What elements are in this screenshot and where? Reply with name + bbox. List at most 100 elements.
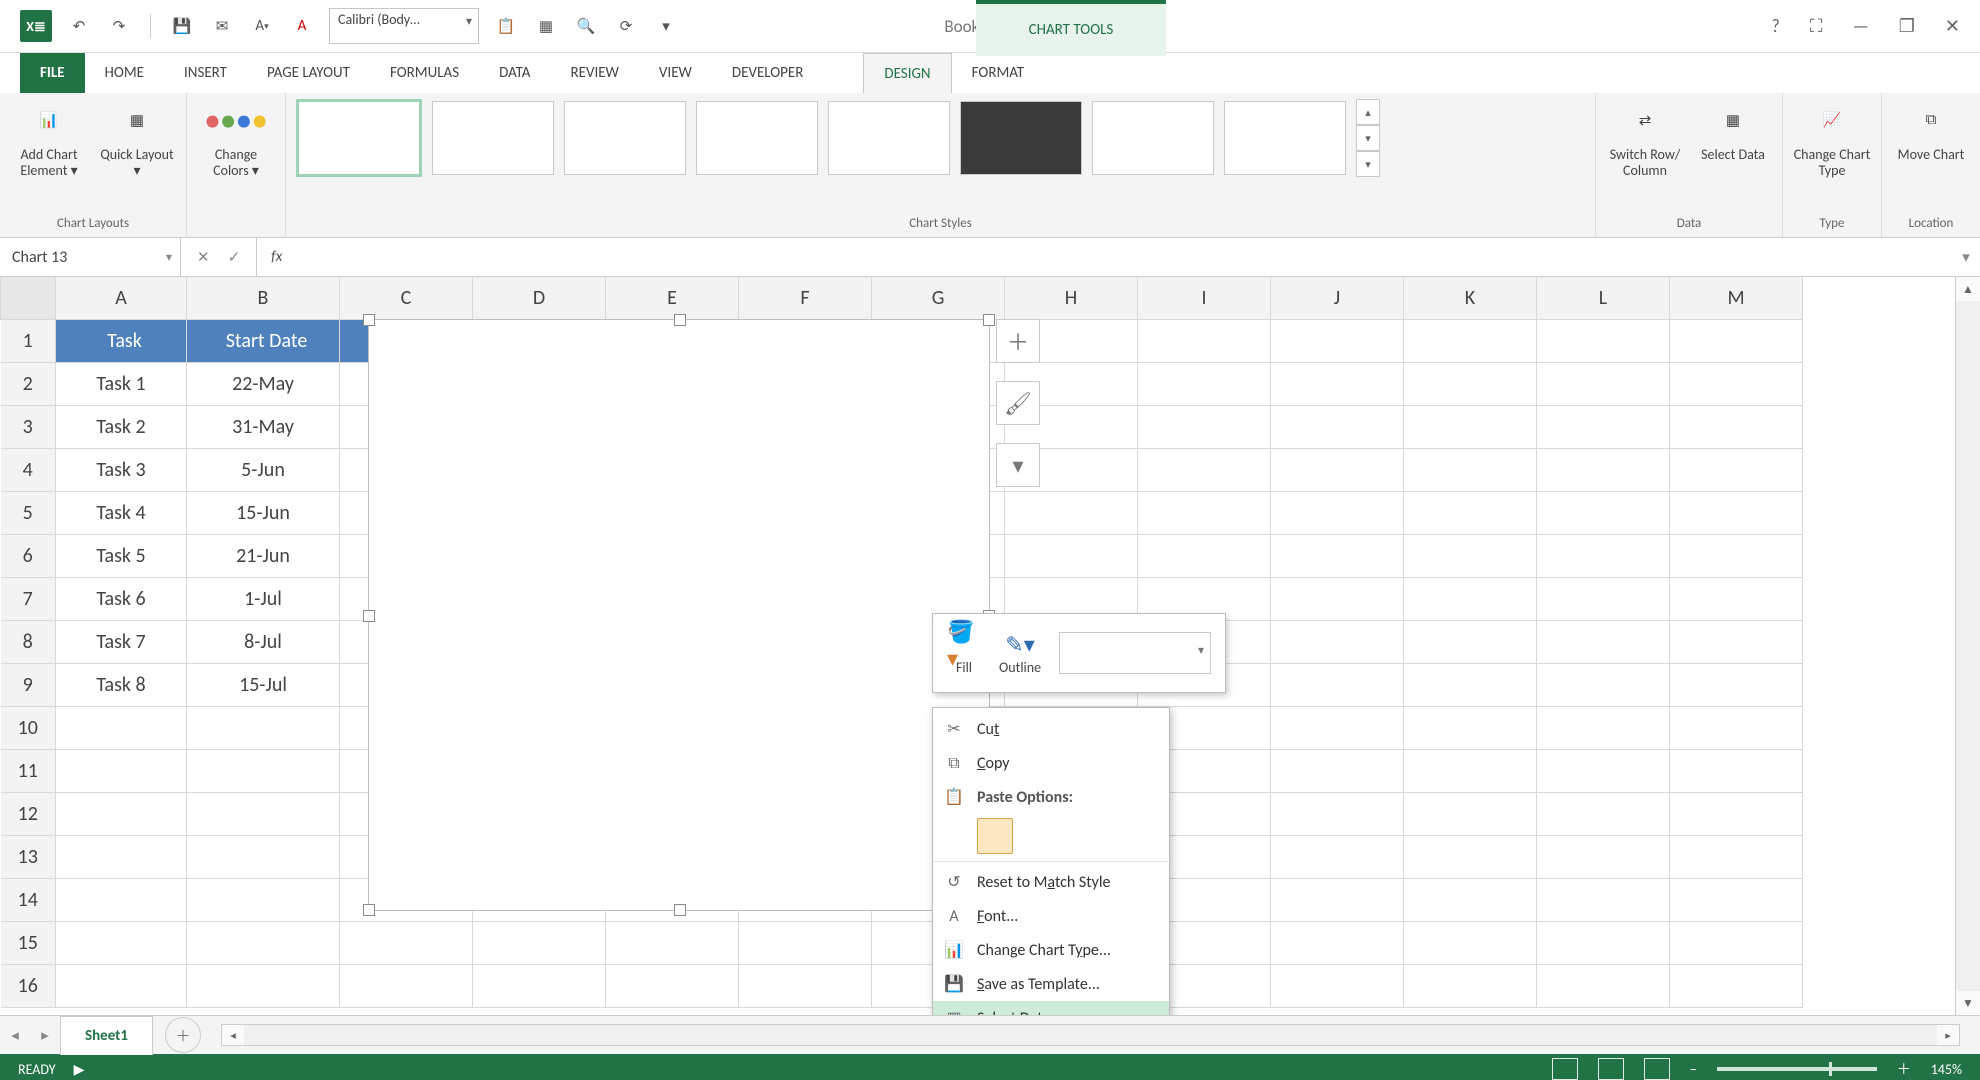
tab-formulas[interactable]: FORMULAS (370, 53, 479, 93)
sheet-nav-prev[interactable]: ◂ (0, 1026, 30, 1045)
cell[interactable] (340, 965, 473, 1008)
switch-row-column-button[interactable]: ⇄ Switch Row/ Column (1606, 99, 1684, 179)
cell[interactable]: Task 6 (56, 578, 187, 621)
select-all-cell[interactable] (1, 277, 56, 320)
cell[interactable]: Task 1 (56, 363, 187, 406)
ctx-save-template[interactable]: 💾Save as Template... (933, 967, 1169, 1001)
cell[interactable]: 22-May (187, 363, 340, 406)
view-page-break-button[interactable] (1644, 1058, 1670, 1080)
col-header-K[interactable]: K (1404, 277, 1537, 320)
cell[interactable] (1670, 363, 1803, 406)
row-header[interactable]: 13 (1, 836, 56, 879)
tab-developer[interactable]: DEVELOPER (712, 53, 824, 93)
row-header[interactable]: 2 (1, 363, 56, 406)
cell[interactable] (56, 793, 187, 836)
font-color-button[interactable]: A (289, 13, 315, 39)
cell[interactable] (1138, 406, 1271, 449)
redo-button[interactable]: ↷ (106, 13, 132, 39)
cell[interactable]: Task 7 (56, 621, 187, 664)
vertical-scrollbar[interactable]: ▲▼ (1955, 277, 1980, 1015)
zoom-out-button[interactable]: − (1690, 1061, 1697, 1078)
cell[interactable] (1404, 449, 1537, 492)
cell[interactable] (1271, 406, 1404, 449)
select-data-button[interactable]: ▦ Select Data (1694, 99, 1772, 163)
cell[interactable] (56, 879, 187, 922)
cell[interactable] (1670, 879, 1803, 922)
cell[interactable] (1271, 578, 1404, 621)
sheet-nav-next[interactable]: ▸ (30, 1026, 60, 1045)
cell[interactable] (1537, 449, 1670, 492)
row-header[interactable]: 14 (1, 879, 56, 922)
cell[interactable] (1271, 535, 1404, 578)
row-header[interactable]: 1 (1, 320, 56, 363)
add-chart-element-button[interactable]: 📊 Add Chart Element ▾ (10, 99, 88, 179)
cancel-formula-button[interactable]: ✕ (197, 248, 210, 267)
tab-view[interactable]: VIEW (639, 53, 712, 93)
cell[interactable] (1138, 492, 1271, 535)
new-sheet-button[interactable]: ＋ (165, 1017, 201, 1053)
tab-design[interactable]: DESIGN (863, 53, 951, 93)
paste-button[interactable]: 📋 (493, 13, 519, 39)
cell[interactable] (1670, 664, 1803, 707)
cell[interactable] (187, 922, 340, 965)
cell[interactable] (1404, 750, 1537, 793)
font-family-combo[interactable]: Calibri (Body… (329, 8, 479, 44)
change-colors-button[interactable]: ●●●● Change Colors ▾ (197, 99, 275, 179)
cell[interactable]: 21-Jun (187, 535, 340, 578)
cell[interactable] (473, 922, 606, 965)
macro-record-icon[interactable]: ▶ (74, 1061, 85, 1078)
cell[interactable] (1404, 320, 1537, 363)
email-button[interactable]: ✉ (209, 13, 235, 39)
help-button[interactable]: ? (1772, 15, 1780, 37)
zoom-slider[interactable] (1717, 1067, 1877, 1071)
insert-table-button[interactable]: ▦ (533, 13, 559, 39)
ctx-reset-match-style[interactable]: ↺Reset to Match Style (933, 865, 1169, 899)
undo-button[interactable]: ↶ (66, 13, 92, 39)
cell[interactable]: 15-Jul (187, 664, 340, 707)
view-page-layout-button[interactable] (1598, 1058, 1624, 1080)
cell[interactable] (1670, 406, 1803, 449)
cell[interactable] (1271, 320, 1404, 363)
cell[interactable] (1537, 492, 1670, 535)
cell[interactable] (1404, 363, 1537, 406)
cell[interactable] (739, 922, 872, 965)
cell[interactable] (187, 836, 340, 879)
mini-outline-button[interactable]: ✎▾ Outline (999, 631, 1041, 676)
row-header[interactable]: 8 (1, 621, 56, 664)
chart-elements-button[interactable]: ＋ (996, 319, 1040, 363)
cell[interactable] (1404, 492, 1537, 535)
cell[interactable] (1670, 492, 1803, 535)
cell[interactable] (1670, 965, 1803, 1008)
cell[interactable] (56, 707, 187, 750)
minimize-window-button[interactable]: — (1852, 15, 1868, 37)
ribbon-display-options-button[interactable]: ⛶ (1810, 15, 1823, 37)
cell[interactable] (606, 922, 739, 965)
row-header[interactable]: 15 (1, 922, 56, 965)
col-header-D[interactable]: D (473, 277, 606, 320)
cell[interactable] (1138, 320, 1271, 363)
chart-style-5[interactable] (828, 101, 950, 175)
horizontal-scrollbar[interactable]: ◂▸ (221, 1024, 1960, 1046)
cell[interactable] (1271, 793, 1404, 836)
mini-fill-button[interactable]: 🪣▾ Fill (947, 631, 981, 676)
cell[interactable] (1537, 922, 1670, 965)
cell[interactable] (187, 793, 340, 836)
cell[interactable] (1670, 922, 1803, 965)
col-header-M[interactable]: M (1670, 277, 1803, 320)
tab-page-layout[interactable]: PAGE LAYOUT (247, 53, 370, 93)
row-header[interactable]: 5 (1, 492, 56, 535)
cell[interactable] (187, 707, 340, 750)
cell[interactable]: Task (56, 320, 187, 363)
cell[interactable] (473, 965, 606, 1008)
zoom-in-button[interactable]: ＋ (1897, 1059, 1911, 1079)
cell[interactable] (56, 750, 187, 793)
cell[interactable] (1404, 621, 1537, 664)
cell[interactable] (1271, 879, 1404, 922)
cell[interactable]: Start Date (187, 320, 340, 363)
mini-shape-style-gallery[interactable] (1059, 632, 1211, 674)
col-header-J[interactable]: J (1271, 277, 1404, 320)
qat-customize-button[interactable]: ▾ (653, 13, 679, 39)
cell[interactable] (1670, 793, 1803, 836)
cell[interactable]: 5-Jun (187, 449, 340, 492)
cell[interactable] (187, 965, 340, 1008)
